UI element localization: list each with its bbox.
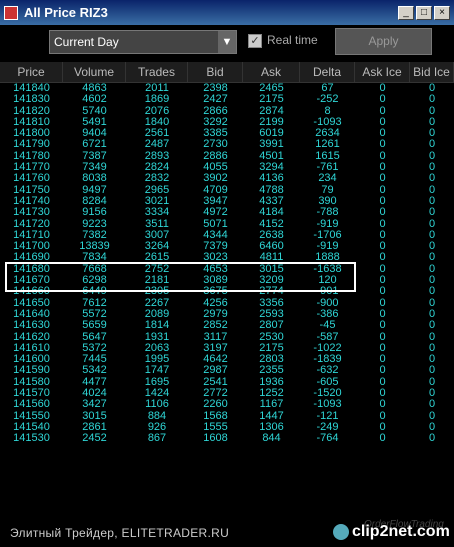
period-value: Current Day (54, 35, 119, 49)
chevron-down-icon[interactable]: ▼ (218, 31, 236, 53)
column-header-delta[interactable]: Delta (300, 62, 355, 82)
table-cell: 1106 (145, 398, 169, 411)
realtime-label: Real time (267, 33, 318, 47)
footer-text: Элитный Трейдер, ELITETRADER.RU (10, 526, 230, 540)
table-cell: 234 (318, 172, 337, 185)
table-row[interactable]: 141630 5659 1814 2852 2807 -45 0 0 (0, 319, 454, 332)
period-select[interactable]: Current Day ▼ (49, 30, 237, 54)
table-cell: 4972 (203, 206, 228, 219)
table-cell: 3427 (82, 398, 107, 411)
table-cell: 0 (379, 319, 386, 332)
column-header-bid[interactable]: Bid (188, 62, 243, 82)
table-cell: 0 (428, 172, 436, 185)
table-cell: 4602 (82, 93, 107, 106)
maximize-button[interactable]: □ (416, 5, 432, 20)
table-cell: 0 (428, 319, 436, 332)
table-cell: 141760 (13, 172, 50, 185)
table-cell: 3902 (203, 172, 228, 185)
table-cell: 5659 (82, 319, 107, 332)
window-title: All Price RIZ3 (24, 5, 108, 20)
table-row[interactable]: 141530 2452 867 1608 844 -764 0 0 (0, 432, 454, 445)
table-cell: 3334 (144, 206, 170, 219)
minimize-button[interactable]: _ (398, 5, 414, 20)
table-cell: 0 (428, 206, 436, 219)
table-row[interactable]: 141730 9156 3334 4972 4184 -788 0 0 (0, 206, 454, 219)
table-cell: 0 (379, 398, 386, 411)
window-controls: _ □ × (398, 5, 450, 20)
column-header-ask-ice[interactable]: Ask Ice (355, 62, 410, 82)
footer: Элитный Трейдер, ELITETRADER.RU OrderFlo… (0, 517, 454, 547)
table-cell: 0 (428, 432, 436, 445)
title-bar: All Price RIZ3 _ □ × (0, 0, 454, 25)
table-cell: 141530 (13, 432, 50, 445)
table-cell: 141630 (13, 319, 50, 332)
table-cell: 4136 (259, 172, 284, 185)
table-cell: -45 (319, 319, 336, 332)
table-header: Price Volume Trades Bid Ask Delta Ask Ic… (0, 62, 454, 83)
table-cell: 2807 (259, 319, 284, 332)
table-cell: 2832 (144, 172, 170, 185)
table-cell: 2175 (259, 93, 284, 106)
table-cell: 1608 (203, 432, 228, 445)
table-row[interactable]: 141560 3427 1106 2260 1167 -1093 0 0 (0, 398, 454, 411)
table-cell: 9156 (82, 206, 107, 219)
table-cell: 0 (379, 93, 386, 106)
column-header-bid-ice[interactable]: Bid Ice (410, 62, 454, 82)
table-cell: 0 (428, 93, 436, 106)
table-cell: 844 (262, 432, 281, 445)
clip2net-icon (333, 524, 349, 540)
table-row[interactable]: 141830 4602 1869 2427 2175 -252 0 0 (0, 93, 454, 106)
table-cell: 8038 (82, 172, 107, 185)
table-cell: -764 (316, 432, 339, 445)
table-cell: 2852 (203, 319, 228, 332)
table-cell: 1167 (259, 398, 284, 411)
table-cell: 0 (379, 206, 386, 219)
logo-text: clip2net.com (352, 523, 450, 540)
clip2net-logo: clip2net.com (333, 523, 450, 541)
table-cell: 0 (379, 285, 386, 298)
realtime-checkbox[interactable]: ✓ (248, 34, 262, 48)
column-header-ask[interactable]: Ask (243, 62, 300, 82)
table-cell: 141560 (13, 398, 50, 411)
table-cell: 2427 (203, 93, 228, 106)
toolbar: Current Day ▼ ✓ Real time Apply (0, 25, 454, 62)
table-cell: 141830 (13, 93, 50, 106)
table-cell: -252 (316, 93, 339, 106)
apply-button[interactable]: Apply (335, 28, 432, 55)
table-cell: 0 (428, 285, 436, 298)
table-cell: -1093 (313, 398, 342, 411)
highlight-box (5, 262, 356, 292)
table-cell: 4184 (259, 206, 284, 219)
column-header-trades[interactable]: Trades (126, 62, 188, 82)
app-icon (4, 5, 18, 20)
table-cell: 2452 (82, 432, 107, 445)
table-cell: 1814 (144, 319, 170, 332)
table-cell: 867 (147, 432, 167, 445)
table-cell: 0 (379, 432, 386, 445)
table-row[interactable]: 141760 8038 2832 3902 4136 234 0 0 (0, 172, 454, 185)
column-header-price[interactable]: Price (0, 62, 63, 82)
table-cell: -788 (316, 206, 339, 219)
table-cell: 141730 (13, 206, 50, 219)
table-cell: 2260 (203, 398, 228, 411)
table-cell: 0 (428, 398, 436, 411)
column-header-volume[interactable]: Volume (63, 62, 126, 82)
close-button[interactable]: × (434, 5, 450, 20)
table-cell: 0 (379, 172, 386, 185)
table-cell: 1869 (144, 93, 170, 106)
